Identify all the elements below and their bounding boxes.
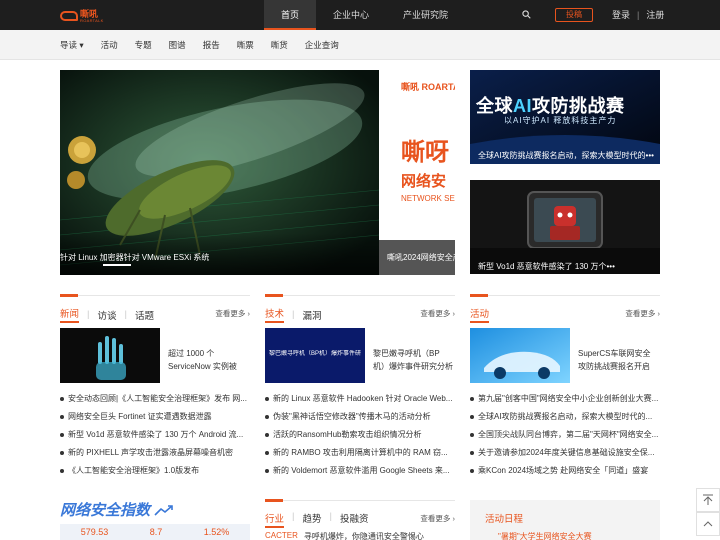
login-link[interactable]: 登录 bbox=[612, 0, 630, 30]
list-item[interactable]: 新的 PIXHELL 声学攻击泄露液晶屏幕噪音机密 bbox=[60, 444, 250, 462]
news-feature-title[interactable]: 超过 1000 个 ServiceNow 实例被 bbox=[168, 347, 250, 373]
list-item[interactable]: 伪装"黑神话悟空修改器"传播木马的活动分析 bbox=[265, 408, 455, 426]
activity-feature-title[interactable]: SuperCS车联网安全 攻防挑战赛报名开启 bbox=[578, 347, 660, 373]
tab-activities[interactable]: 活动 bbox=[470, 306, 490, 323]
logo-mark-icon bbox=[60, 11, 78, 21]
list-item[interactable]: 新型 Vo1d 恶意软件感染了 130 万个 Android 流... bbox=[60, 426, 250, 444]
news-tabs: 新闻 | 访谈 | 话题 bbox=[60, 306, 154, 323]
nav-research[interactable]: 产业研究院 bbox=[386, 0, 465, 30]
security-index-banner[interactable]: 网络安全指数 bbox=[60, 497, 250, 522]
tech-feature-image[interactable]: 黎巴嫩寻呼机（BP机）爆炸事件研究分析 bbox=[265, 328, 365, 383]
index-change: 8.7 bbox=[149, 527, 163, 537]
auth-separator: | bbox=[637, 10, 640, 20]
list-item[interactable]: 《人工智能安全治理框架》1.0版发布 bbox=[60, 462, 250, 480]
promo-subheadline: 网络安 bbox=[401, 173, 447, 190]
tab-investment[interactable]: 投融资 bbox=[340, 511, 369, 528]
news-feature-image[interactable] bbox=[60, 328, 160, 383]
back-to-top-button[interactable] bbox=[696, 488, 720, 512]
arrow-up-icon bbox=[703, 494, 713, 505]
nav-enterprise[interactable]: 企业中心 bbox=[316, 0, 386, 30]
list-item[interactable]: 网络安全巨头 Fortinet 证实遭遇数据泄露 bbox=[60, 408, 250, 426]
subnav-company-search[interactable]: 企业查询 bbox=[305, 30, 339, 60]
news-more-link[interactable]: 查看更多 › bbox=[215, 308, 250, 319]
events-first-item[interactable]: "暑期"大学生网络安全大赛 bbox=[498, 531, 592, 540]
tech-feature-title[interactable]: 黎巴嫩寻呼机（BP 机）爆炸事件研究分析 bbox=[373, 347, 455, 373]
industry-first-item[interactable]: CACTER 寻呼机爆炸，你隐通讯安全警惕心 bbox=[265, 531, 424, 540]
tab-tech[interactable]: 技术 bbox=[265, 306, 285, 323]
tab-interviews[interactable]: 访谈 bbox=[97, 308, 116, 322]
nav-home[interactable]: 首页 bbox=[264, 0, 317, 30]
security-index-title: 网络安全指数 bbox=[60, 502, 151, 519]
top-navbar: 嘶吼 ROARTALK 首页 企业中心 产业研究院 投稿 登录 | 注册 bbox=[0, 0, 720, 30]
tech-tabs: 技术 | 漏洞 bbox=[265, 306, 322, 323]
hero-carousel-slide[interactable]: 针对 Linux 加密器针对 VMware ESXi 系统 bbox=[60, 70, 379, 275]
submit-article-button[interactable]: 投稿 bbox=[555, 8, 593, 22]
promo-logo: 嘶吼 ROARTALK bbox=[401, 82, 455, 92]
site-logo[interactable]: 嘶吼 ROARTALK bbox=[60, 8, 112, 24]
list-item[interactable]: 活跃的RansomHub勒索攻击组织情况分析 bbox=[265, 426, 455, 444]
activity-more-link[interactable]: 查看更多 › bbox=[625, 308, 660, 319]
activity-list: 第九届"创客中国"网络安全中小企业创新创业大赛... 全球AI攻防挑战赛报名启动… bbox=[470, 390, 660, 480]
industry-tabs: 行业 | 趋势 | 投融资 bbox=[265, 511, 368, 528]
logo-text-en: ROARTALK bbox=[80, 17, 104, 23]
activity-tabs: 活动 bbox=[470, 306, 490, 323]
carousel-indicators bbox=[103, 264, 131, 266]
list-item[interactable]: 全球AI攻防挑战赛报名启动，探索大模型时代的... bbox=[470, 408, 660, 426]
promo-english: NETWORK SE bbox=[401, 194, 455, 203]
auth-links: 登录 | 注册 bbox=[612, 0, 664, 30]
promo-caption[interactable]: 嘶吼2024网络安全产 bbox=[387, 252, 455, 263]
list-item[interactable]: 新的 Linux 恶意软件 Hadooken 针对 Oracle Web... bbox=[265, 390, 455, 408]
ai-challenge-caption[interactable]: 全球AI攻防挑战赛报名启动，探索大模型时代的••• bbox=[478, 150, 654, 161]
list-item[interactable]: 安全动态回顾|《人工智能安全治理框架》发布 网... bbox=[60, 390, 250, 408]
trend-up-icon bbox=[154, 504, 173, 516]
hero-caption[interactable]: 针对 Linux 加密器针对 VMware ESXi 系统 bbox=[60, 252, 209, 263]
list-item[interactable]: 新的 RAMBO 攻击利用隔离计算机中的 RAM 窃... bbox=[265, 444, 455, 462]
tab-trends[interactable]: 趋势 bbox=[302, 511, 321, 528]
carousel-dot-active[interactable] bbox=[103, 264, 131, 266]
security-index-values: 579.53 8.7 1.52% bbox=[60, 524, 250, 540]
list-item[interactable]: 乘KCon 2024场域之势 赴网络安全「同道」盛宴 bbox=[470, 462, 660, 480]
tech-more-link[interactable]: 查看更多 › bbox=[420, 308, 455, 319]
subnav-tickets[interactable]: 嘶票 bbox=[237, 30, 254, 60]
subnav-events[interactable]: 活动 bbox=[101, 30, 118, 60]
list-item[interactable]: 新的 Voldemort 恶意软件滥用 Google Sheets 来... bbox=[265, 462, 455, 480]
featured-ai-challenge[interactable]: 全球AI攻防挑战赛 以AI守护AI 释放科技主产力 全球AI攻防挑战赛报名启动，… bbox=[470, 70, 660, 164]
tab-vulnerabilities[interactable]: 漏洞 bbox=[302, 308, 321, 322]
tab-industry[interactable]: 行业 bbox=[265, 511, 285, 528]
main-nav: 首页 企业中心 产业研究院 bbox=[264, 0, 465, 30]
promo-headline: 嘶呀 bbox=[401, 139, 449, 166]
subnav-topics[interactable]: 专题 bbox=[135, 30, 152, 60]
list-item[interactable]: 第九届"创客中国"网络安全中小企业创新创业大赛... bbox=[470, 390, 660, 408]
news-list: 安全动态回顾|《人工智能安全治理框架》发布 网... 网络安全巨头 Fortin… bbox=[60, 390, 250, 480]
floating-tools bbox=[696, 488, 720, 536]
index-value: 579.53 bbox=[80, 527, 109, 537]
activity-feature-image[interactable] bbox=[470, 328, 570, 383]
ai-challenge-subtitle: 以AI守护AI 释放科技主产力 bbox=[504, 116, 617, 125]
robot-tv-illustration bbox=[470, 180, 660, 274]
search-icon[interactable] bbox=[522, 10, 531, 19]
promo-slide[interactable]: 嘶吼 ROARTALK 嘶呀 网络安 NETWORK SE 嘶吼2024网络安全… bbox=[379, 70, 455, 275]
register-link[interactable]: 注册 bbox=[646, 0, 664, 30]
tab-news[interactable]: 新闻 bbox=[60, 306, 80, 323]
events-schedule-title: 活动日程 bbox=[485, 514, 524, 525]
scroll-up-button[interactable] bbox=[696, 512, 720, 536]
index-percent: 1.52% bbox=[203, 527, 230, 537]
vo1d-malware-caption[interactable]: 新型 Vo1d 恶意软件感染了 130 万个••• bbox=[478, 261, 615, 272]
subnav-reports[interactable]: 报告 bbox=[203, 30, 220, 60]
featured-vo1d-malware[interactable]: 新型 Vo1d 恶意软件感染了 130 万个••• bbox=[470, 180, 660, 274]
industry-more-link[interactable]: 查看更多 › bbox=[420, 513, 455, 524]
subnav-atlas[interactable]: 图谱 bbox=[169, 30, 186, 60]
subnav-goods[interactable]: 嘶货 bbox=[271, 30, 288, 60]
tab-topics[interactable]: 话题 bbox=[135, 308, 154, 322]
list-item[interactable]: 全国顶尖战队同台博弈，第二届"天网杯"网络安全... bbox=[470, 426, 660, 444]
tech-list: 新的 Linux 恶意软件 Hadooken 针对 Oracle Web... … bbox=[265, 390, 455, 480]
events-schedule: 活动日程 "暑期"大学生网络安全大赛 bbox=[470, 500, 660, 540]
list-item[interactable]: 关于邀请参加2024年度关键信息基础设施安全保... bbox=[470, 444, 660, 462]
tech-feature-image-text: 黎巴嫩寻呼机（BP机）爆炸事件研究分析 bbox=[269, 351, 361, 357]
sub-navbar: 导读 ▾ 活动 专题 图谱 报告 嘶票 嘶货 企业查询 bbox=[0, 30, 720, 60]
subnav-guide[interactable]: 导读 ▾ bbox=[60, 30, 84, 60]
chevron-up-icon bbox=[703, 521, 713, 527]
